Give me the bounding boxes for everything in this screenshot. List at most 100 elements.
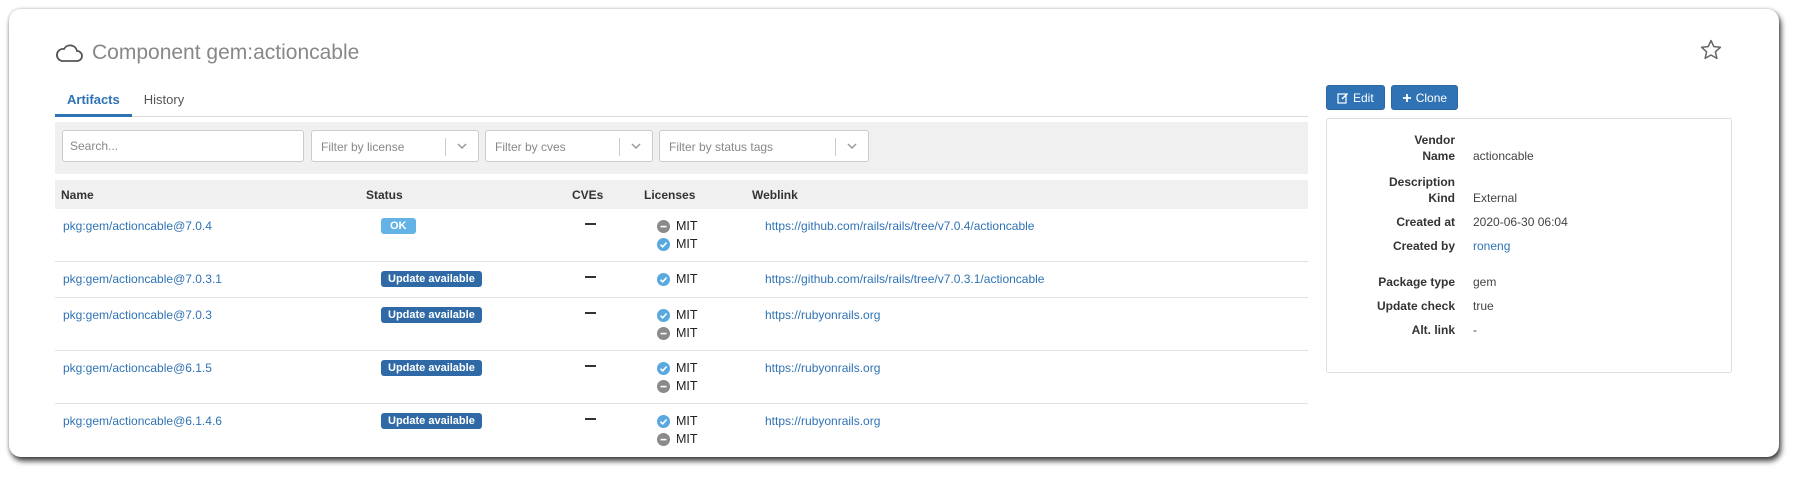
status-badge: Update available [381,307,482,323]
table-row: pkg:gem/actioncable@7.0.3 Update availab… [55,298,1308,351]
edit-button[interactable]: Edit [1326,85,1385,110]
check-circle-icon [657,272,670,286]
chevron-down-icon [631,143,641,150]
status-badge: Update available [381,360,482,376]
column-header-name[interactable]: Name [61,188,94,202]
minus-circle-icon [657,326,670,340]
created-at-label: Created at [1396,215,1455,229]
table-row: pkg:gem/actioncable@6.1.4.6 Update avail… [55,404,1308,452]
weblink[interactable]: https://rubyonrails.org [765,308,880,322]
check-circle-icon [657,237,670,251]
page-header: Component gem:actioncable [55,41,359,65]
tab-artifacts[interactable]: Artifacts [55,89,132,117]
column-header-status[interactable]: Status [366,188,403,202]
clone-button[interactable]: Clone [1390,85,1459,110]
created-by-label: Created by [1392,239,1455,253]
license-item: MIT [657,412,698,430]
table-row: pkg:gem/actioncable@6.1.5 Update availab… [55,351,1308,404]
license-list: MIT MIT [657,217,698,253]
component-card: Component gem:actioncable Artifacts Hist… [9,9,1779,457]
license-filter-select[interactable]: Filter by license [311,130,479,162]
edit-icon [1337,92,1349,104]
license-name: MIT [676,379,698,393]
status-tags-filter-select[interactable]: Filter by status tags [659,130,869,162]
alt-link-value: - [1473,323,1477,337]
edit-button-label: Edit [1353,90,1374,105]
update-check-value: true [1473,299,1494,313]
artifact-name-link[interactable]: pkg:gem/actioncable@6.1.4.6 [63,414,222,428]
weblink[interactable]: https://rubyonrails.org [765,414,880,428]
cves-empty-dash [585,418,596,420]
license-name: MIT [676,414,698,428]
plus-icon [1402,93,1411,102]
license-name: MIT [676,219,698,233]
chevron-down-icon [847,143,857,150]
minus-circle-icon [657,432,670,446]
cloud-icon [56,44,83,62]
cves-filter-placeholder: Filter by cves [495,140,566,154]
status-tags-filter-placeholder: Filter by status tags [669,140,774,154]
license-list: MIT MIT [657,306,698,342]
table-row: pkg:gem/actioncable@7.0.4 OK MIT MIT htt… [55,209,1308,262]
license-item: MIT [657,217,698,235]
cves-empty-dash [585,365,596,367]
update-check-label: Update check [1376,299,1455,313]
kind-value: External [1473,191,1518,205]
minus-circle-icon [657,219,670,233]
license-list: MIT MIT [657,359,698,395]
check-circle-icon [657,414,670,428]
created-by-user-link[interactable]: roneng [1473,239,1510,253]
table-header: Name Status CVEs Licenses Weblink [55,180,1308,209]
cves-filter-select[interactable]: Filter by cves [485,130,653,162]
filter-bar: Filter by license Filter by cves Filter … [55,122,1308,174]
weblink[interactable]: https://github.com/rails/rails/tree/v7.0… [765,272,1044,286]
check-circle-icon [657,361,670,375]
license-name: MIT [676,361,698,375]
license-filter-placeholder: Filter by license [321,140,405,154]
artifact-name-link[interactable]: pkg:gem/actioncable@6.1.5 [63,361,212,375]
chevron-down-icon [457,143,467,150]
select-separator [445,138,446,156]
column-header-weblink[interactable]: Weblink [752,188,798,202]
status-badge: OK [381,218,416,234]
column-header-cves[interactable]: CVEs [572,188,603,202]
cves-empty-dash [585,223,596,225]
license-list: MIT [657,270,698,288]
description-label: Description [1388,175,1455,189]
artifact-name-link[interactable]: pkg:gem/actioncable@7.0.3 [63,308,212,322]
license-item: MIT [657,270,698,288]
license-name: MIT [676,308,698,322]
search-input[interactable] [62,130,304,162]
license-name: MIT [676,432,698,446]
component-details-panel: Vendor Name actioncable Description Kind… [1326,118,1732,373]
package-type-value: gem [1473,275,1497,289]
status-badge: Update available [381,271,482,287]
license-item: MIT [657,235,698,253]
license-item: MIT [657,377,698,395]
check-circle-icon [657,308,670,322]
license-name: MIT [676,272,698,286]
artifacts-table-body: pkg:gem/actioncable@7.0.4 OK MIT MIT htt… [55,209,1308,452]
column-header-licenses[interactable]: Licenses [644,188,695,202]
kind-label: Kind [1428,191,1455,205]
cves-empty-dash [585,312,596,314]
vendor-label: Vendor [1414,133,1455,147]
package-type-label: Package type [1378,275,1455,289]
table-row: pkg:gem/actioncable@7.0.3.1 Update avail… [55,262,1308,298]
alt-link-label: Alt. link [1411,323,1455,337]
minus-circle-icon [657,379,670,393]
select-separator [835,138,836,156]
weblink[interactable]: https://rubyonrails.org [765,361,880,375]
tab-history[interactable]: History [132,89,196,117]
artifact-name-link[interactable]: pkg:gem/actioncable@7.0.3.1 [63,272,222,286]
license-item: MIT [657,306,698,324]
favorite-star-icon[interactable] [1699,38,1723,62]
weblink[interactable]: https://github.com/rails/rails/tree/v7.0… [765,219,1034,233]
artifact-name-link[interactable]: pkg:gem/actioncable@7.0.4 [63,219,212,233]
select-separator [619,138,620,156]
license-list: MIT MIT [657,412,698,448]
clone-button-label: Clone [1415,90,1448,105]
license-name: MIT [676,326,698,340]
created-at-value: 2020-06-30 06:04 [1473,215,1568,229]
status-badge: Update available [381,413,482,429]
